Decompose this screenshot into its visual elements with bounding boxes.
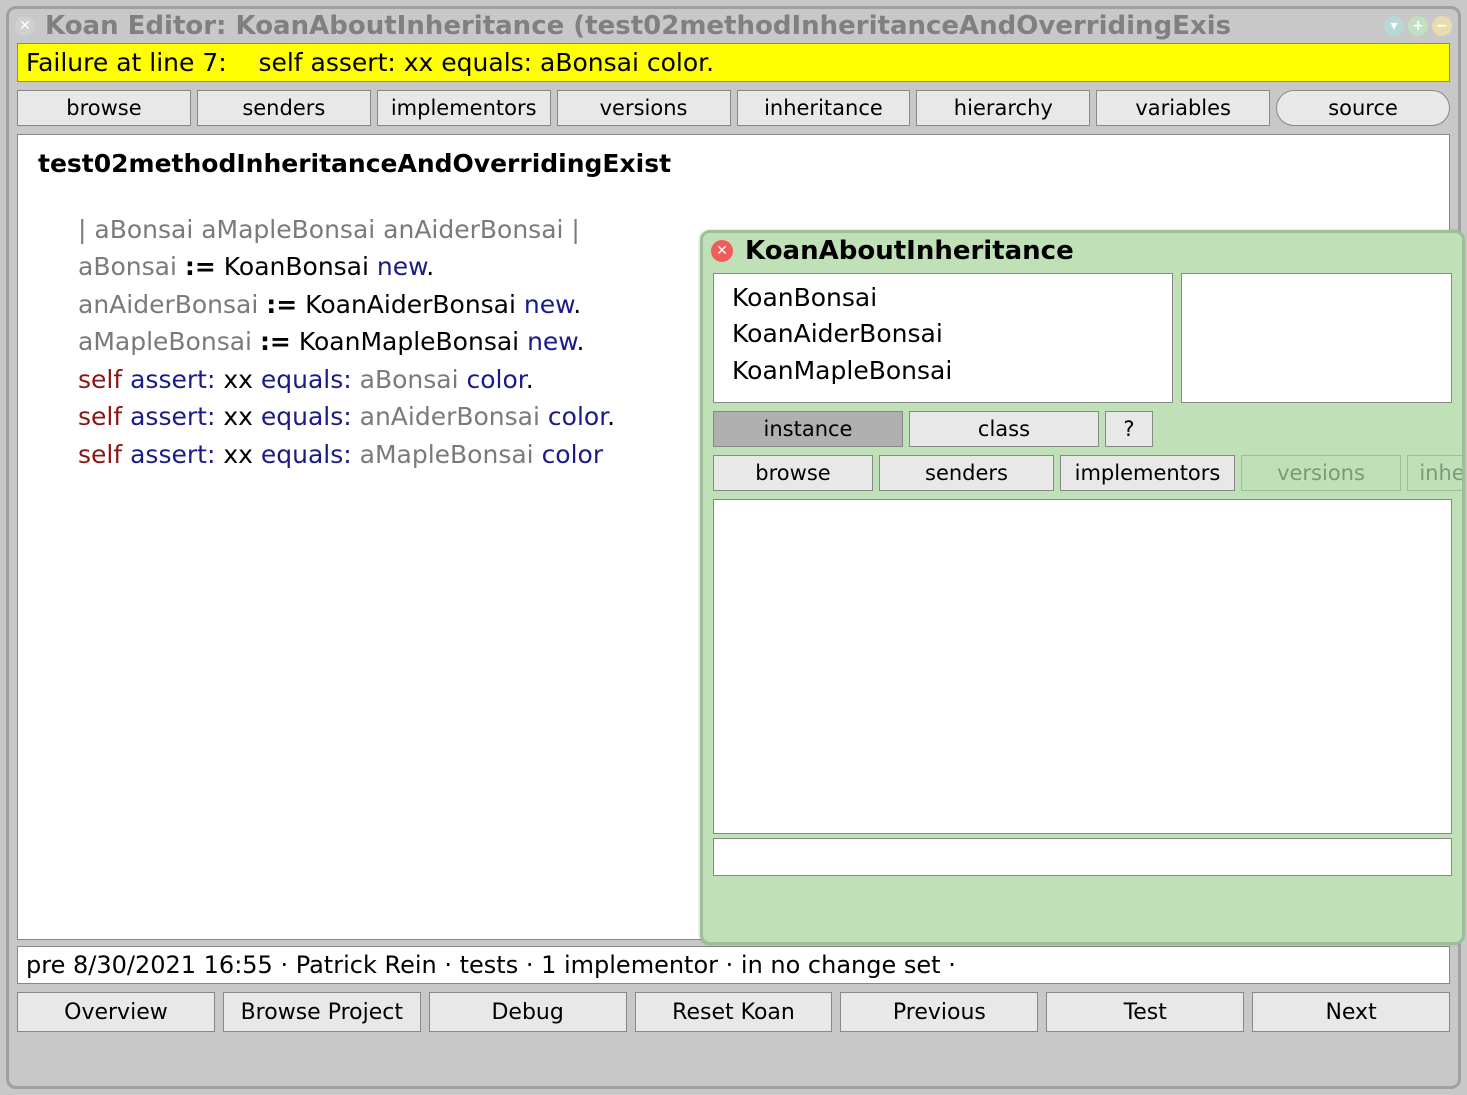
popup-title: KoanAboutInheritance xyxy=(745,236,1074,266)
reset-koan-button[interactable]: Reset Koan xyxy=(635,992,833,1032)
list-item[interactable]: KoanMapleBonsai xyxy=(732,353,1154,389)
popup-inheritance-button[interactable]: inhe xyxy=(1407,455,1465,491)
tab-class[interactable]: class xyxy=(909,411,1099,447)
popup-browse-button[interactable]: browse xyxy=(713,455,873,491)
debug-button[interactable]: Debug xyxy=(429,992,627,1032)
source-button[interactable]: source xyxy=(1276,90,1450,126)
variables-button[interactable]: variables xyxy=(1096,90,1270,126)
top-toolbar: browse senders implementors versions inh… xyxy=(9,82,1458,134)
browse-button[interactable]: browse xyxy=(17,90,191,126)
method-list[interactable] xyxy=(1181,273,1452,403)
tab-help[interactable]: ? xyxy=(1105,411,1153,447)
senders-button[interactable]: senders xyxy=(197,90,371,126)
versions-button[interactable]: versions xyxy=(557,90,731,126)
list-item[interactable]: KoanAiderBonsai xyxy=(732,316,1154,352)
popup-status-bar xyxy=(713,838,1452,876)
maximize-icon[interactable]: + xyxy=(1408,16,1428,36)
minimize-icon[interactable]: − xyxy=(1432,16,1452,36)
test-button[interactable]: Test xyxy=(1046,992,1244,1032)
popup-code-pane[interactable] xyxy=(713,499,1452,834)
close-icon[interactable]: ✕ xyxy=(711,240,733,262)
status-bar: pre 8/30/2021 16:55 · Patrick Rein · tes… xyxy=(17,946,1450,984)
overview-button[interactable]: Overview xyxy=(17,992,215,1032)
titlebar: ✕ Koan Editor: KoanAboutInheritance (tes… xyxy=(9,9,1458,43)
next-button[interactable]: Next xyxy=(1252,992,1450,1032)
tab-instance[interactable]: instance xyxy=(713,411,903,447)
popup-implementors-button[interactable]: implementors xyxy=(1060,455,1235,491)
menu-icon[interactable]: ▾ xyxy=(1384,16,1404,36)
popup-titlebar: ✕ KoanAboutInheritance xyxy=(703,233,1462,269)
browse-project-button[interactable]: Browse Project xyxy=(223,992,421,1032)
list-item[interactable]: KoanBonsai xyxy=(732,280,1154,316)
window-title: Koan Editor: KoanAboutInheritance (test0… xyxy=(45,11,1384,41)
hierarchy-button[interactable]: hierarchy xyxy=(916,90,1090,126)
close-icon[interactable]: ✕ xyxy=(15,16,35,36)
popup-versions-button[interactable]: versions xyxy=(1241,455,1401,491)
method-name: test02methodInheritanceAndOverridingExis… xyxy=(38,145,1429,183)
failure-banner: Failure at line 7: self assert: xx equal… xyxy=(17,43,1450,82)
previous-button[interactable]: Previous xyxy=(840,992,1038,1032)
class-list[interactable]: KoanBonsai KoanAiderBonsai KoanMapleBons… xyxy=(713,273,1173,403)
bottom-toolbar: Overview Browse Project Debug Reset Koan… xyxy=(9,984,1458,1040)
class-browser-popup: ✕ KoanAboutInheritance KoanBonsai KoanAi… xyxy=(700,230,1465,945)
implementors-button[interactable]: implementors xyxy=(377,90,551,126)
popup-senders-button[interactable]: senders xyxy=(879,455,1054,491)
inheritance-button[interactable]: inheritance xyxy=(737,90,911,126)
